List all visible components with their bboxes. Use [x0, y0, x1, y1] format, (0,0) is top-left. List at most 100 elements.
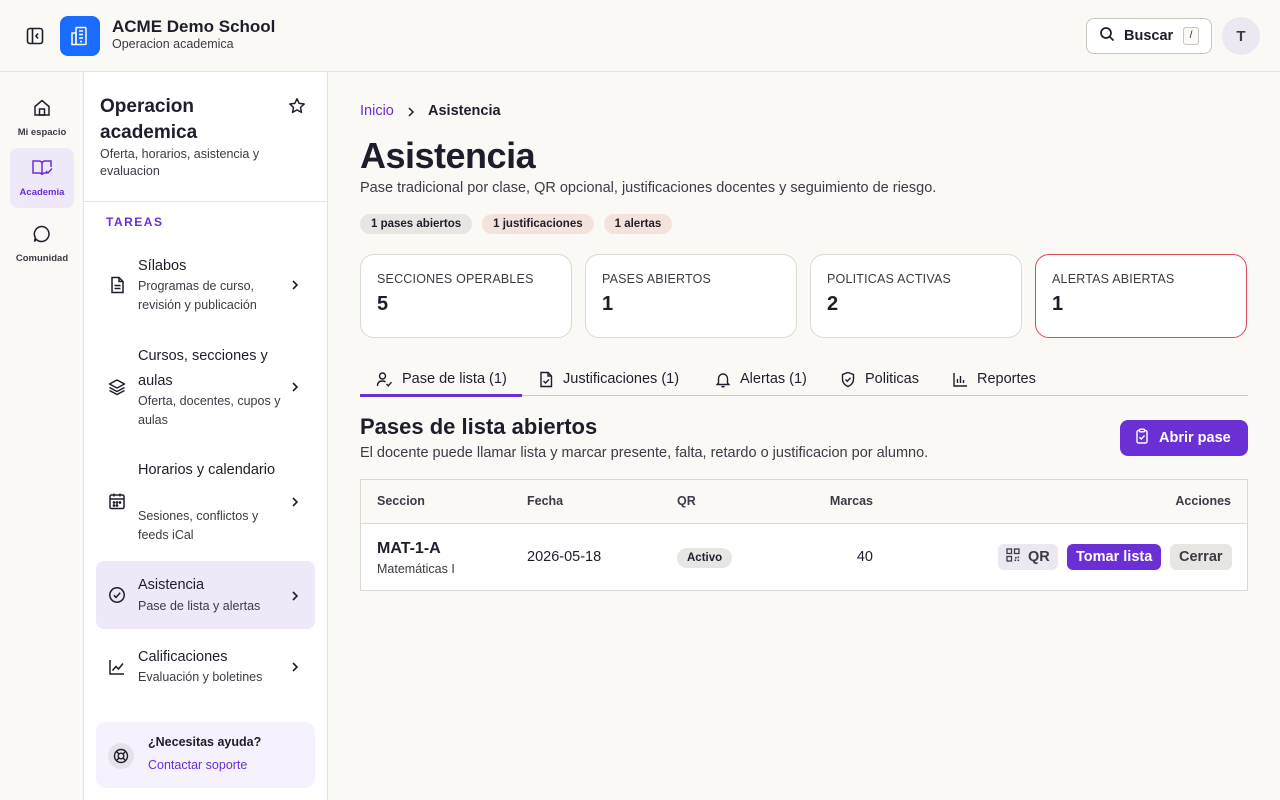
- tab-label: Pase de lista (1): [402, 371, 507, 387]
- chevron-right-icon: [290, 278, 300, 296]
- sidebar-item-title: Cursos, secciones y aulas: [138, 348, 268, 389]
- column-header: QR: [677, 494, 696, 508]
- sidebar-toggle-icon[interactable]: [24, 25, 46, 47]
- calendar-icon: [108, 492, 126, 515]
- sidebar-item-subtitle: Sesiones, conflictos y feeds iCal: [138, 509, 259, 542]
- tab-justificaciones[interactable]: Justificaciones (1): [538, 362, 679, 396]
- school-logo-icon[interactable]: [60, 16, 100, 56]
- book-check-icon: [31, 158, 53, 183]
- sidebar-description: Oferta, horarios, asistencia y evaluacio…: [100, 147, 260, 178]
- page-title: Asistencia: [360, 135, 536, 176]
- line-chart-icon: [108, 658, 126, 681]
- sidebar-item-title: Horarios y calendario: [138, 462, 276, 478]
- rail-item-mi-espacio[interactable]: Mi espacio: [10, 88, 74, 148]
- favorite-star-icon[interactable]: [288, 97, 306, 120]
- open-pass-button[interactable]: Abrir pase: [1120, 420, 1248, 456]
- rail-label: Comunidad: [15, 253, 69, 264]
- sidebar-item-subtitle: Programas de curso, revisión y publicaci…: [138, 279, 257, 312]
- stat-value: 5: [377, 293, 389, 315]
- stat-card-alertas: ALERTAS ABIERTAS 1: [1035, 254, 1247, 338]
- column-header: Seccion: [377, 494, 425, 508]
- sidebar-item-title: Asistencia: [138, 577, 205, 593]
- sidebar-item-subtitle: Evaluación y boletines: [138, 670, 263, 684]
- sidebar-item-silabos[interactable]: Sílabos Programas de curso, revisión y p…: [96, 252, 315, 316]
- divider: [84, 201, 327, 202]
- chevron-right-icon: [290, 495, 300, 513]
- chat-bubble-icon: [32, 224, 52, 249]
- sidebar-item-subtitle: Oferta, docentes, cupos y aulas: [138, 394, 281, 427]
- close-pass-button[interactable]: Cerrar: [1170, 544, 1232, 570]
- column-header: Marcas: [829, 494, 873, 508]
- qr-status-badge: Activo: [677, 548, 733, 568]
- section-description: El docente puede llamar lista y marcar p…: [360, 445, 929, 461]
- stat-label: SECCIONES OPERABLES: [377, 272, 534, 286]
- pass-date: 2026-05-18: [527, 549, 602, 565]
- marks-count: 40: [856, 549, 873, 565]
- secondary-sidebar: Operacion academica Oferta, horarios, as…: [84, 72, 328, 800]
- top-bar: ACME Demo School Operacion academica Bus…: [0, 0, 1280, 72]
- user-avatar[interactable]: T: [1222, 17, 1260, 55]
- tab-pase-de-lista[interactable]: Pase de lista (1): [360, 362, 522, 397]
- tab-label: Justificaciones (1): [563, 371, 680, 387]
- stat-card-politicas: POLITICAS ACTIVAS 2: [810, 254, 1022, 338]
- rail-label: Academia: [19, 187, 65, 198]
- stat-card-secciones: SECCIONES OPERABLES 5: [360, 254, 572, 338]
- status-badge: 1 justificaciones: [482, 214, 594, 234]
- stat-label: PASES ABIERTOS: [602, 272, 712, 286]
- sidebar-item-title: Sílabos: [138, 258, 187, 274]
- stat-label: ALERTAS ABIERTAS: [1052, 272, 1175, 286]
- rail-label: Mi espacio: [17, 127, 67, 138]
- stat-label: POLITICAS ACTIVAS: [827, 272, 952, 286]
- lifebuoy-icon: [108, 743, 134, 769]
- sidebar-item-title: Calificaciones: [138, 649, 228, 665]
- tab-label: Reportes: [977, 371, 1036, 387]
- tab-reportes[interactable]: Reportes: [952, 362, 1036, 396]
- main-content: Inicio Asistencia Asistencia Pase tradic…: [328, 72, 1280, 800]
- bar-chart-icon: [952, 371, 968, 388]
- take-attendance-button[interactable]: Tomar lista: [1067, 544, 1162, 570]
- tab-label: Alertas (1): [740, 371, 807, 387]
- app-rail: Mi espacio Academia Comunidad: [0, 72, 84, 800]
- check-circle-icon: [108, 586, 126, 609]
- tab-label: Politicas: [865, 371, 919, 387]
- breadcrumb-current: Asistencia: [428, 103, 501, 119]
- chevron-right-icon: [290, 660, 300, 678]
- help-title: ¿Necesitas ayuda?: [148, 735, 262, 749]
- open-pass-label: Abrir pase: [1159, 430, 1231, 446]
- rail-item-academia[interactable]: Academia: [10, 148, 74, 208]
- search-shortcut-key: /: [1183, 27, 1199, 45]
- sidebar-item-horarios[interactable]: Horarios y calendario Sesiones, conflict…: [96, 458, 315, 546]
- stat-card-pases: PASES ABIERTOS 1: [585, 254, 797, 338]
- school-subtitle: Operacion academica: [112, 37, 234, 51]
- search-icon: [1099, 26, 1115, 47]
- sidebar-item-asistencia[interactable]: Asistencia Pase de lista y alertas: [96, 561, 315, 629]
- rail-item-comunidad[interactable]: Comunidad: [10, 214, 74, 274]
- breadcrumb-home-link[interactable]: Inicio: [360, 103, 394, 119]
- status-badge: 1 pases abiertos: [360, 214, 473, 234]
- document-icon: [108, 276, 126, 299]
- search-button[interactable]: Buscar /: [1086, 18, 1212, 54]
- qr-button[interactable]: QR: [998, 544, 1058, 570]
- search-label: Buscar: [1124, 28, 1174, 44]
- status-badge: 1 alertas: [603, 214, 673, 234]
- sidebar-item-subtitle: Pase de lista y alertas: [138, 599, 261, 613]
- section-code: MAT-1-A: [377, 540, 441, 557]
- tab-politicas[interactable]: Politicas: [840, 362, 919, 396]
- stat-value: 1: [1052, 293, 1064, 315]
- column-header: Fecha: [527, 494, 564, 508]
- qr-button-label: QR: [1028, 549, 1050, 565]
- sidebar-item-cursos[interactable]: Cursos, secciones y aulas Oferta, docent…: [96, 344, 315, 432]
- sidebar-title: Operacion academica: [100, 96, 198, 143]
- summary-badges: 1 pases abiertos 1 justificaciones 1 ale…: [360, 214, 673, 234]
- help-card: ¿Necesitas ayuda? Contactar soporte: [96, 722, 315, 788]
- column-header: Acciones: [1175, 494, 1231, 508]
- contact-support-link[interactable]: Contactar soporte: [148, 758, 247, 772]
- tab-alertas[interactable]: Alertas (1): [715, 362, 807, 396]
- stat-value: 1: [602, 293, 614, 315]
- stat-value: 2: [827, 293, 839, 315]
- layers-icon: [108, 378, 126, 401]
- table-header: Seccion Fecha QR Marcas Acciones: [361, 480, 1247, 524]
- chevron-right-icon: [290, 380, 300, 398]
- sidebar-item-calificaciones[interactable]: Calificaciones Evaluación y boletines: [96, 644, 315, 694]
- page-description: Pase tradicional por clase, QR opcional,…: [360, 180, 937, 196]
